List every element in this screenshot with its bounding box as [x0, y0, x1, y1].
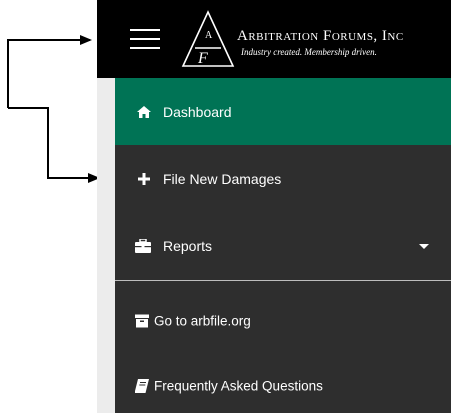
- sidebar-item-label: File New Damages: [163, 170, 282, 187]
- brand[interactable]: F A Arbitration Forums, Inc Industry cre…: [181, 10, 451, 68]
- book-icon: [135, 378, 149, 393]
- link-label: Frequently Asked Questions: [154, 378, 323, 393]
- brand-name: Arbitration Forums, Inc: [237, 28, 404, 44]
- briefcase-icon: [135, 238, 151, 253]
- brand-tagline: Industry created. Membership driven.: [241, 47, 377, 57]
- arrow-head-menu: [80, 35, 92, 45]
- hamburger-menu-icon[interactable]: [130, 29, 160, 49]
- app-window: F A Arbitration Forums, Inc Industry cre…: [97, 0, 451, 413]
- arrow-to-file-new-damages: [8, 107, 92, 179]
- content-edge: [97, 78, 115, 413]
- annotation-arrows: [7, 35, 100, 183]
- arrow-to-menu: [7, 39, 90, 108]
- sidebar-item-label: Dashboard: [163, 103, 232, 120]
- archive-icon: [135, 314, 149, 327]
- home-icon: [137, 105, 151, 118]
- svg-text:A: A: [205, 30, 213, 41]
- link-arbfile[interactable]: Go to arbfile.org: [115, 288, 451, 353]
- sidebar-divider: [115, 280, 451, 281]
- sidebar-nav: Dashboard File New Damages Reports Go to…: [115, 78, 451, 413]
- plus-icon: [138, 172, 150, 185]
- top-bar: F A Arbitration Forums, Inc Industry cre…: [97, 0, 451, 78]
- af-logo-icon: F A: [181, 10, 235, 67]
- sidebar-item-file-new-damages[interactable]: File New Damages: [115, 145, 451, 212]
- link-faq[interactable]: Frequently Asked Questions: [115, 353, 451, 413]
- link-label: Go to arbfile.org: [154, 313, 251, 328]
- sidebar-item-reports[interactable]: Reports: [115, 212, 451, 279]
- svg-text:F: F: [197, 50, 208, 67]
- chevron-down-icon[interactable]: [419, 243, 429, 249]
- sidebar-item-label: Reports: [163, 237, 213, 254]
- sidebar-item-dashboard[interactable]: Dashboard: [115, 78, 451, 145]
